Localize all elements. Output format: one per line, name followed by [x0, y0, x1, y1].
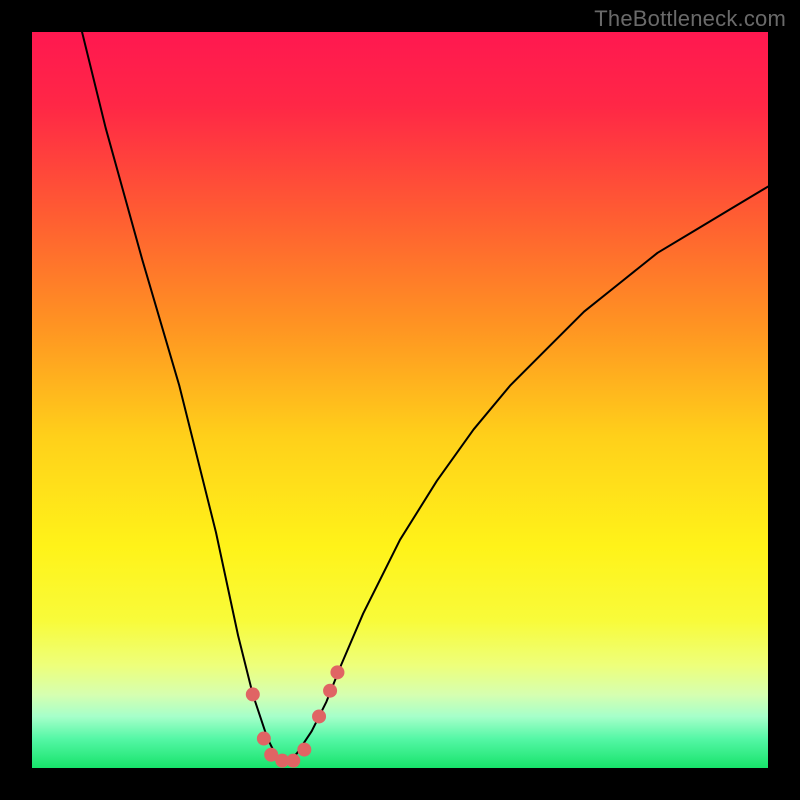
watermark-label: TheBottleneck.com — [594, 6, 786, 32]
data-marker — [246, 687, 260, 701]
data-marker — [330, 665, 344, 679]
data-marker — [286, 754, 300, 768]
chart-frame: TheBottleneck.com — [0, 0, 800, 800]
chart-plot-area — [32, 32, 768, 768]
data-marker — [323, 684, 337, 698]
data-marker — [312, 709, 326, 723]
data-marker — [297, 743, 311, 757]
gradient-background — [32, 32, 768, 768]
data-marker — [257, 732, 271, 746]
chart-svg — [32, 32, 768, 768]
